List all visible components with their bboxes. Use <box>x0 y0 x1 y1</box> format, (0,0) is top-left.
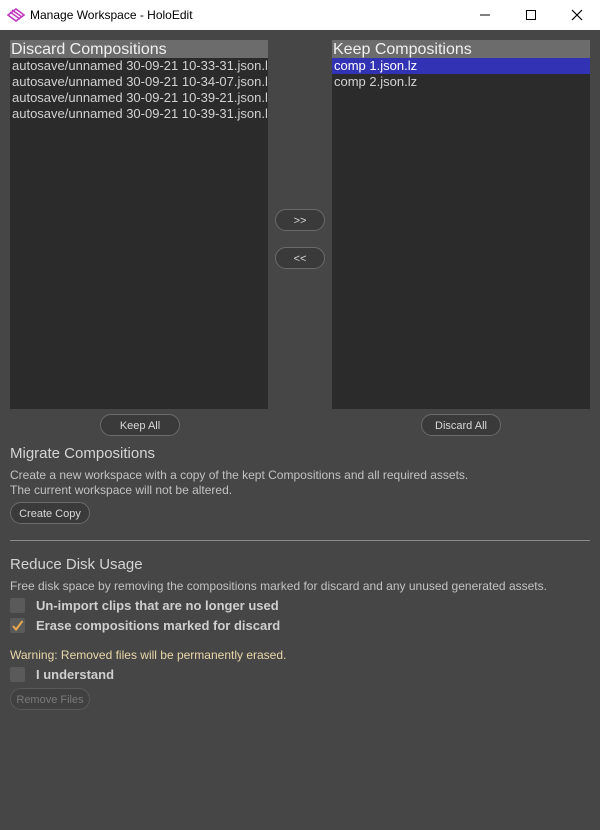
list-item[interactable]: autosave/unnamed 30-09-21 10-33-31.json.… <box>10 58 268 74</box>
erase-compositions-checkbox[interactable] <box>10 618 25 633</box>
keep-all-button[interactable]: Keep All <box>100 414 180 436</box>
migrate-description-line2: The current workspace will not be altere… <box>10 483 233 497</box>
title-bar: Manage Workspace - HoloEdit <box>0 0 600 30</box>
discard-compositions-panel: Discard Compositions autosave/unnamed 30… <box>10 40 268 409</box>
maximize-button[interactable] <box>508 0 554 30</box>
minimize-icon <box>480 14 490 16</box>
warning-text: Warning: Removed files will be permanent… <box>10 648 287 662</box>
unimport-clips-checkbox[interactable] <box>10 598 25 613</box>
move-to-keep-button[interactable]: >> <box>275 209 325 231</box>
unimport-clips-label: Un-import clips that are no longer used <box>36 598 279 613</box>
migrate-section-title: Migrate Compositions <box>10 445 156 462</box>
list-item-selected[interactable]: comp 1.json.lz <box>332 58 590 74</box>
keep-compositions-panel: Keep Compositions comp 1.json.lz comp 2.… <box>332 40 590 409</box>
window-title: Manage Workspace - HoloEdit <box>30 8 193 22</box>
list-item[interactable]: autosave/unnamed 30-09-21 10-39-21.json.… <box>10 90 268 106</box>
list-item[interactable]: autosave/unnamed 30-09-21 10-39-31.json.… <box>10 106 268 122</box>
section-divider <box>10 540 590 541</box>
understand-checkbox[interactable] <box>10 667 25 682</box>
discard-all-button[interactable]: Discard All <box>421 414 501 436</box>
list-item[interactable]: autosave/unnamed 30-09-21 10-34-07.json.… <box>10 74 268 90</box>
move-to-discard-button[interactable]: << <box>275 247 325 269</box>
migrate-description-line1: Create a new workspace with a copy of th… <box>10 468 469 482</box>
list-item[interactable]: comp 2.json.lz <box>332 74 590 90</box>
erase-compositions-label: Erase compositions marked for discard <box>36 618 281 633</box>
checkmark-icon <box>12 620 24 632</box>
reduce-description: Free disk space by removing the composit… <box>10 579 547 593</box>
close-icon <box>571 9 583 21</box>
maximize-icon <box>526 10 536 20</box>
discard-panel-header: Discard Compositions <box>10 40 268 58</box>
close-button[interactable] <box>554 0 600 30</box>
reduce-section-title: Reduce Disk Usage <box>10 556 143 573</box>
holoedit-logo-icon <box>6 7 26 23</box>
create-copy-button[interactable]: Create Copy <box>10 502 90 524</box>
remove-files-button[interactable]: Remove Files <box>10 688 90 710</box>
minimize-button[interactable] <box>462 0 508 30</box>
understand-label: I understand <box>36 667 115 682</box>
keep-panel-header: Keep Compositions <box>332 40 590 58</box>
